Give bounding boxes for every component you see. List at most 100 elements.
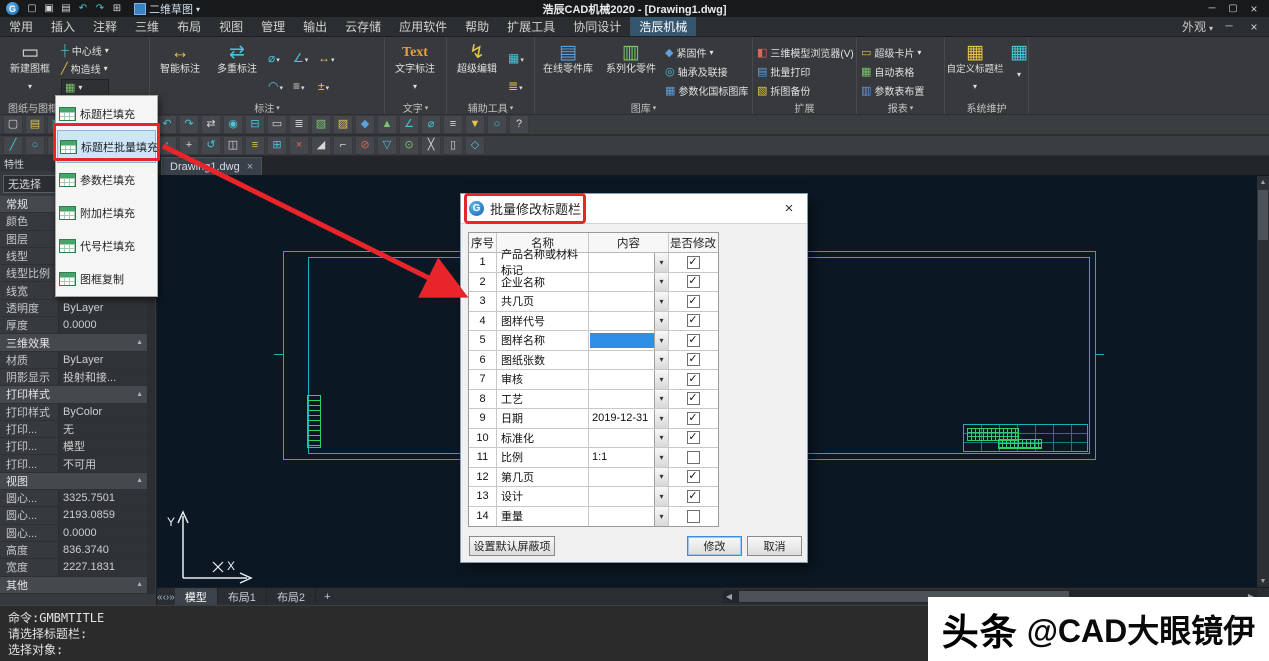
property-value[interactable]: 无 bbox=[58, 421, 149, 437]
app-logo-icon[interactable] bbox=[6, 2, 19, 15]
toolbar-icon[interactable]: ↷ bbox=[179, 115, 199, 134]
toolbar-icon[interactable]: + bbox=[179, 136, 199, 155]
aux-tool-icon[interactable]: ≣ bbox=[508, 72, 532, 99]
content-value[interactable] bbox=[590, 469, 654, 484]
toolbar-icon[interactable]: ▭ bbox=[267, 115, 287, 134]
ribbon-tab[interactable]: 协同设计 bbox=[564, 17, 630, 36]
content-value[interactable] bbox=[590, 489, 654, 504]
toolbar-icon[interactable]: ▽ bbox=[377, 136, 397, 155]
scrollbar-thumb[interactable] bbox=[1258, 190, 1268, 240]
minimize-button[interactable] bbox=[1203, 2, 1221, 15]
dropdown-button[interactable] bbox=[654, 253, 668, 272]
property-value[interactable]: 投射和接... bbox=[58, 369, 149, 385]
ribbon-tab[interactable]: 应用软件 bbox=[390, 17, 456, 36]
menu-item[interactable]: 附加栏填充 bbox=[57, 196, 156, 229]
property-value[interactable]: 0.0000 bbox=[58, 317, 149, 333]
ribbon-tab[interactable]: 云存储 bbox=[336, 17, 390, 36]
modify-checkbox[interactable] bbox=[687, 510, 700, 523]
fastener-button[interactable]: ◆ 紧固件 bbox=[665, 45, 748, 60]
toolbar-icon[interactable]: ⊘ bbox=[355, 136, 375, 155]
menu-item[interactable]: 参数栏填充 bbox=[57, 163, 156, 196]
toolbar-icon[interactable]: ╱ bbox=[3, 136, 23, 155]
content-cell[interactable]: 1:1 bbox=[589, 448, 669, 467]
property-row[interactable]: 厚度 0.0000 bbox=[0, 317, 149, 334]
property-value[interactable]: 836.3740 bbox=[58, 542, 149, 558]
construction-line-button[interactable]: ╱ 构造线 bbox=[61, 61, 109, 76]
super-card-button[interactable]: ▭ 超级卡片 bbox=[861, 45, 924, 60]
toolbar-icon[interactable]: ↶ bbox=[157, 115, 177, 134]
toolbar-icon[interactable]: ○ bbox=[487, 115, 507, 134]
property-value[interactable]: 3325.7501 bbox=[58, 490, 149, 506]
modify-checkbox[interactable] bbox=[687, 373, 700, 386]
centerline-button[interactable]: ┼ 中心线 bbox=[61, 43, 109, 58]
property-value[interactable]: 2227.1831 bbox=[58, 559, 149, 575]
ribbon-tab[interactable]: 管理 bbox=[252, 17, 294, 36]
ribbon-tab[interactable]: 布局 bbox=[168, 17, 210, 36]
scroll-down-icon[interactable] bbox=[1257, 575, 1269, 587]
toolbar-icon[interactable]: ↕ bbox=[157, 136, 177, 155]
scroll-up-icon[interactable] bbox=[1257, 176, 1269, 188]
content-value[interactable] bbox=[590, 294, 654, 309]
quick-access-icon[interactable]: ▤ bbox=[59, 2, 73, 15]
content-cell[interactable] bbox=[589, 351, 669, 370]
dropdown-button[interactable] bbox=[654, 390, 668, 409]
content-value[interactable] bbox=[590, 372, 654, 387]
modify-checkbox[interactable] bbox=[687, 490, 700, 503]
sketch-mode-dropdown[interactable]: 二维草图 bbox=[128, 1, 206, 17]
toolbar-icon[interactable]: ⌀ bbox=[421, 115, 441, 134]
modify-checkbox[interactable] bbox=[687, 470, 700, 483]
param-table-button[interactable]: ▥ 参数表布置 bbox=[861, 83, 924, 98]
property-row[interactable]: 打印... 模型 bbox=[0, 438, 149, 455]
dropdown-button[interactable] bbox=[654, 487, 668, 506]
dimension-tool-icon[interactable]: ⌀ bbox=[268, 44, 292, 71]
toolbar-icon[interactable]: ⇄ bbox=[201, 115, 221, 134]
property-row[interactable]: 三维效果 bbox=[0, 334, 149, 351]
set-default-mask-button[interactable]: 设置默认屏蔽项 bbox=[469, 536, 555, 556]
aux-tool-icon[interactable]: ▦ bbox=[508, 44, 532, 71]
close-icon[interactable] bbox=[247, 161, 253, 173]
toolbar-icon[interactable]: ╳ bbox=[421, 136, 441, 155]
toolbar-icon[interactable]: ◉ bbox=[223, 115, 243, 134]
content-cell[interactable] bbox=[589, 507, 669, 527]
property-row[interactable]: 视图 bbox=[0, 473, 149, 490]
modify-checkbox[interactable] bbox=[687, 431, 700, 444]
content-cell[interactable] bbox=[589, 312, 669, 331]
dropdown-button[interactable] bbox=[654, 448, 668, 467]
toolbar-icon[interactable]: ▢ bbox=[3, 115, 23, 134]
toolbar-icon[interactable]: ▧ bbox=[311, 115, 331, 134]
text-annotation-button[interactable]: Text 文字标注 bbox=[389, 40, 441, 94]
dropdown-button[interactable] bbox=[654, 292, 668, 311]
modify-checkbox[interactable] bbox=[687, 451, 700, 464]
quick-access-icon[interactable]: ▢ bbox=[25, 2, 39, 15]
appearance-dropdown[interactable]: 外观 bbox=[1182, 18, 1213, 35]
modify-checkbox[interactable] bbox=[687, 256, 700, 269]
toolbar-icon[interactable]: ∠ bbox=[399, 115, 419, 134]
toolbar-icon[interactable]: ≣ bbox=[289, 115, 309, 134]
dropdown-button[interactable] bbox=[654, 507, 668, 527]
ribbon-tab[interactable]: 视图 bbox=[210, 17, 252, 36]
content-cell[interactable] bbox=[589, 292, 669, 311]
document-tab[interactable]: Drawing1.dwg bbox=[161, 157, 262, 175]
ribbon-tab[interactable]: 注释 bbox=[84, 17, 126, 36]
property-value[interactable]: ByLayer bbox=[58, 300, 149, 316]
property-row[interactable]: 阴影显示 投射和接... bbox=[0, 369, 149, 386]
ribbon-tab[interactable]: 输出 bbox=[294, 17, 336, 36]
param-library-button[interactable]: ▦ 参数化国标图库 bbox=[665, 83, 748, 98]
toolbar-icon[interactable]: ↺ bbox=[201, 136, 221, 155]
content-cell[interactable] bbox=[589, 487, 669, 506]
quick-access-icon[interactable]: ↷ bbox=[93, 2, 107, 15]
property-value[interactable]: 不可用 bbox=[58, 455, 149, 471]
toolbar-icon[interactable]: ⊙ bbox=[399, 136, 419, 155]
dropdown-button[interactable] bbox=[654, 409, 668, 428]
content-cell[interactable] bbox=[589, 370, 669, 389]
super-edit-button[interactable]: ↯ 超级编辑 bbox=[451, 40, 503, 75]
content-cell[interactable] bbox=[589, 331, 669, 350]
dimension-tool-icon[interactable]: ≡ bbox=[293, 72, 317, 99]
dropdown-button[interactable] bbox=[654, 429, 668, 448]
toolbar-icon[interactable]: ? bbox=[509, 115, 529, 134]
property-row[interactable]: 打印样式 bbox=[0, 386, 149, 403]
multi-dimension-button[interactable]: ⇄ 多重标注 bbox=[211, 40, 263, 75]
layout-tab[interactable]: 模型 bbox=[175, 588, 218, 605]
dropdown-button[interactable] bbox=[654, 351, 668, 370]
property-row[interactable]: 材质 ByLayer bbox=[0, 352, 149, 369]
